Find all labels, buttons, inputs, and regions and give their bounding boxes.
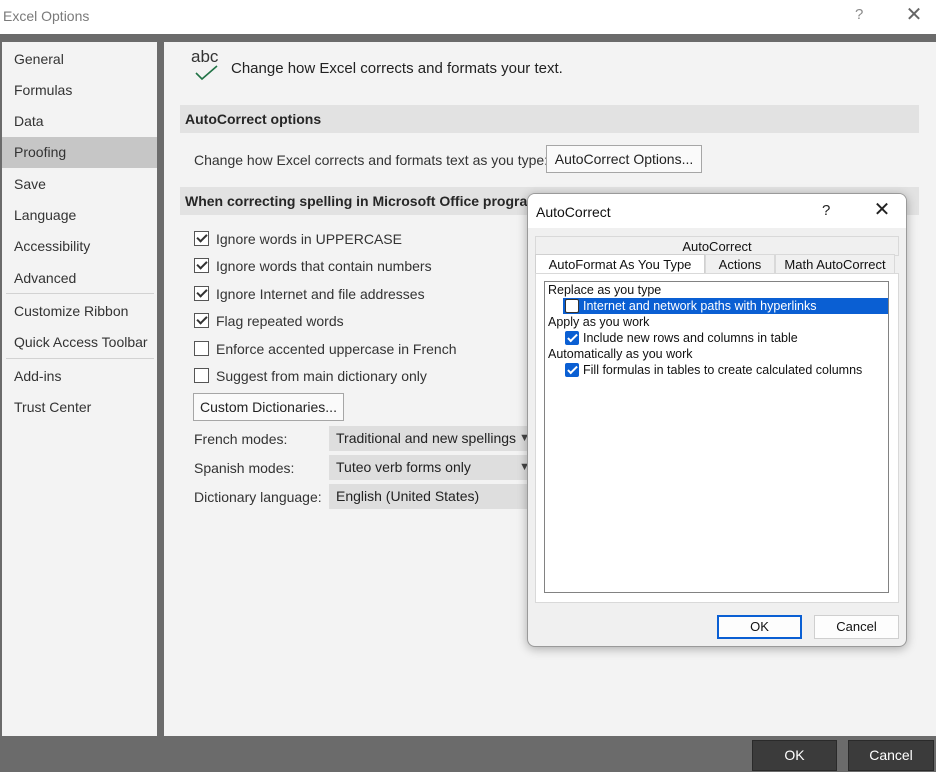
french-modes-value: Traditional and new spellings: [336, 430, 517, 446]
cancel-button[interactable]: Cancel: [848, 740, 934, 771]
sidebar-item-customize-ribbon[interactable]: Customize Ribbon: [2, 296, 157, 327]
checkbox-ignore-numbers[interactable]: [194, 258, 209, 273]
dialog-title: AutoCorrect: [536, 204, 611, 220]
autocorrect-options-button[interactable]: AutoCorrect Options...: [546, 145, 702, 173]
group-replace-as-you-type: Replace as you type: [548, 283, 662, 297]
dialog-title-bar: AutoCorrect ? ✕: [528, 194, 906, 228]
sidebar-item-save[interactable]: Save: [2, 169, 157, 200]
group-automatically-as-you-work: Automatically as you work: [548, 347, 693, 361]
french-modes-label: French modes:: [194, 431, 288, 447]
checkbox-internet-paths[interactable]: [565, 299, 579, 313]
sidebar-item-advanced[interactable]: Advanced: [2, 263, 157, 294]
sidebar-item-data[interactable]: Data: [2, 106, 157, 137]
tab-autoformat-as-you-type[interactable]: AutoFormat As You Type: [535, 254, 705, 274]
dialog-ok-button[interactable]: OK: [717, 615, 802, 639]
checkbox-include-rows-columns[interactable]: [565, 331, 579, 345]
option-label: Include new rows and columns in table: [583, 331, 798, 345]
section-autocorrect-options: AutoCorrect options: [180, 105, 919, 133]
spanish-modes-value: Tuteo verb forms only: [336, 459, 471, 475]
close-icon[interactable]: ✕: [904, 4, 924, 26]
checkbox-ignore-uppercase[interactable]: [194, 231, 209, 246]
group-apply-as-you-work: Apply as you work: [548, 315, 650, 329]
option-label: Fill formulas in tables to create calcul…: [583, 363, 863, 377]
spellcheck-icon: abc: [191, 47, 223, 83]
spanish-modes-select[interactable]: Tuteo verb forms only ▼: [329, 455, 534, 480]
dictionary-language-select[interactable]: English (United States): [329, 484, 534, 509]
checkbox-flag-repeated[interactable]: [194, 313, 209, 328]
dictionary-language-value: English (United States): [336, 488, 480, 504]
sidebar-divider: [6, 293, 154, 294]
sidebar-item-trust-center[interactable]: Trust Center: [2, 392, 157, 423]
ok-button[interactable]: OK: [752, 740, 837, 771]
sidebar-item-general[interactable]: General: [2, 44, 157, 75]
dialog-cancel-button[interactable]: Cancel: [814, 615, 899, 639]
dialog-help-icon[interactable]: ?: [822, 202, 830, 219]
window-title: Excel Options: [3, 8, 90, 24]
checkmark-icon: [195, 65, 218, 81]
checkbox-main-dictionary[interactable]: [194, 368, 209, 383]
french-modes-select[interactable]: Traditional and new spellings ▼: [329, 426, 534, 451]
spellcheck-icon-text: abc: [191, 47, 219, 66]
option-label: Internet and network paths with hyperlin…: [583, 299, 817, 313]
sidebar: General Formulas Data Proofing Save Lang…: [2, 42, 157, 736]
autocorrect-description: Change how Excel corrects and formats te…: [194, 152, 549, 168]
option-fill-formulas[interactable]: Fill formulas in tables to create calcul…: [563, 362, 888, 378]
option-internet-paths[interactable]: Internet and network paths with hyperlin…: [563, 298, 888, 314]
checkbox-label: Suggest from main dictionary only: [216, 368, 427, 384]
tab-autocorrect[interactable]: AutoCorrect: [535, 236, 899, 256]
checkbox-enforce-accented[interactable]: [194, 341, 209, 356]
sidebar-item-quick-access-toolbar[interactable]: Quick Access Toolbar: [2, 327, 157, 358]
sidebar-divider: [6, 358, 154, 359]
sidebar-item-accessibility[interactable]: Accessibility: [2, 231, 157, 262]
sidebar-item-add-ins[interactable]: Add-ins: [2, 361, 157, 392]
autocorrect-dialog: AutoCorrect ? ✕ AutoCorrect AutoFormat A…: [527, 193, 907, 647]
title-bar: Excel Options ? ✕: [0, 0, 936, 34]
checkbox-label: Ignore words in UPPERCASE: [216, 231, 402, 247]
sidebar-item-proofing[interactable]: Proofing: [2, 137, 157, 168]
tab-actions[interactable]: Actions: [705, 254, 775, 274]
autoformat-options-list: Replace as you type Internet and network…: [544, 281, 889, 593]
custom-dictionaries-button[interactable]: Custom Dictionaries...: [193, 393, 344, 421]
checkbox-fill-formulas[interactable]: [565, 363, 579, 377]
dialog-close-icon[interactable]: ✕: [872, 198, 892, 222]
help-icon[interactable]: ?: [855, 6, 863, 23]
tab-math-autocorrect[interactable]: Math AutoCorrect: [775, 254, 895, 274]
spanish-modes-label: Spanish modes:: [194, 460, 295, 476]
checkbox-label: Ignore Internet and file addresses: [216, 286, 425, 302]
checkbox-ignore-internet[interactable]: [194, 286, 209, 301]
sidebar-item-formulas[interactable]: Formulas: [2, 75, 157, 106]
checkbox-label: Enforce accented uppercase in French: [216, 341, 457, 357]
checkbox-label: Ignore words that contain numbers: [216, 258, 432, 274]
option-include-rows-columns[interactable]: Include new rows and columns in table: [563, 330, 888, 346]
page-header: Change how Excel corrects and formats yo…: [231, 60, 563, 77]
sidebar-item-language[interactable]: Language: [2, 200, 157, 231]
checkbox-label: Flag repeated words: [216, 313, 344, 329]
dictionary-language-label: Dictionary language:: [194, 489, 322, 505]
